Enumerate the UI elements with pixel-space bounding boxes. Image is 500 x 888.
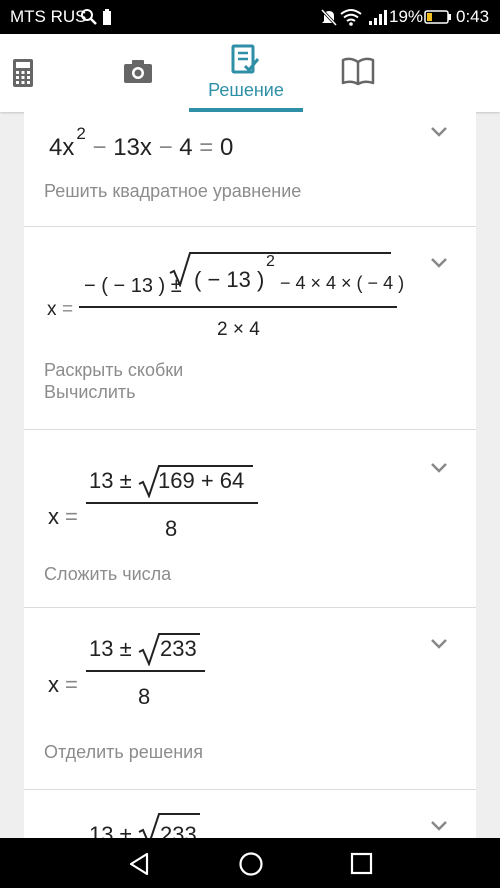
equals-sign: = [65,672,78,697]
chevron-down-icon[interactable] [430,462,448,474]
book-icon [341,57,375,86]
denominator: 8 [138,684,151,709]
wifi-icon [340,9,362,26]
calculator-icon [13,59,33,87]
equation-lhs: x [47,299,57,320]
tab-book[interactable] [330,34,386,112]
clipboard-icon [103,9,111,25]
exponent: 2 [266,253,275,270]
radicand: 169 + 64 [158,468,245,493]
home-icon[interactable] [238,851,264,877]
step-card[interactable]: 4x2 − 13x − 4 = 0 Решить квадратное урав… [24,112,476,227]
carrier-label: MTS RUS [10,7,87,26]
equals-sign: = [65,504,78,529]
chevron-down-icon[interactable] [430,257,448,269]
equation: 4x2 − 13x − 4 = 0 [49,124,234,162]
denominator: 2 × 4 [217,319,260,340]
equals-sign: = [62,299,74,320]
tab-solution[interactable]: Решение [189,34,303,112]
radical-sign [138,813,162,838]
recents-icon[interactable] [350,852,374,876]
solution-steps: 4x2 − 13x − 4 = 0 Решить квадратное урав… [24,112,476,838]
tab-calculator[interactable] [0,34,46,112]
denominator: 8 [165,516,178,541]
chevron-down-icon[interactable] [430,126,448,138]
equation-term: 4 [179,134,193,161]
radicand-part: ( − 13 ) [194,267,265,292]
step-description: Отделить решения [44,742,203,762]
equation-term: 13x [113,134,152,161]
battery-icon [424,10,451,24]
tab-bar: Решение [0,34,500,112]
back-icon[interactable] [128,852,150,876]
equation-lhs: x [48,504,59,529]
radical-overline [160,813,200,815]
radical-overline [160,633,200,635]
radicand: 233 [160,822,197,838]
search-icon [81,9,97,25]
solution-icon [231,44,260,74]
clock: 0:43 [456,7,490,26]
radical-overline [160,465,253,467]
radical-overline [191,252,391,254]
signal-icon [369,10,387,25]
radicand: 233 [160,636,197,661]
fraction-bar [86,670,205,672]
step-description: Решить квадратное уравнение [44,181,302,201]
step-card[interactable]: x = 13 ± 169 + 64 8 Сложить числа [24,430,476,608]
numerator-prefix: 13 ± [89,636,132,661]
step-card[interactable]: 13 ± 233 [24,790,476,838]
system-nav-bar [0,838,500,888]
step-description: Раскрыть скобки [44,360,184,380]
mute-icon [320,8,338,26]
numerator-prefix: − ( − 13 ) ± [84,275,182,297]
radicand-part: − 4 × 4 × ( − 4 ) [280,273,405,293]
step-card[interactable]: x = − ( − 13 ) ± ( − 13 ) 2 − 4 × 4 × ( … [24,227,476,430]
step-description: Вычислить [44,382,136,402]
step-card[interactable]: x = 13 ± 233 8 Отделить решения [24,608,476,790]
operator: = [199,134,214,161]
chevron-down-icon[interactable] [430,638,448,650]
fraction-bar [86,502,258,504]
tab-camera[interactable] [96,34,178,112]
chevron-down-icon[interactable] [430,820,448,832]
numerator-prefix: 13 ± [89,468,132,493]
equation-term: 0 [219,134,234,161]
status-bar: MTS RUS 19% 0:43 [0,0,500,34]
operator: − [92,134,107,161]
radical-sign [138,633,162,666]
tab-solution-label: Решение [208,80,284,100]
fraction-bar [79,306,397,308]
exponent: 2 [76,124,86,143]
equation-lhs: x [48,672,59,697]
operator: − [158,134,173,161]
battery-percent: 19% [389,7,424,26]
step-description: Сложить числа [44,564,172,584]
camera-icon [124,60,152,83]
equation-term: 4x [49,134,75,161]
radical-sign [169,252,193,287]
numerator-prefix: 13 ± [89,822,132,838]
